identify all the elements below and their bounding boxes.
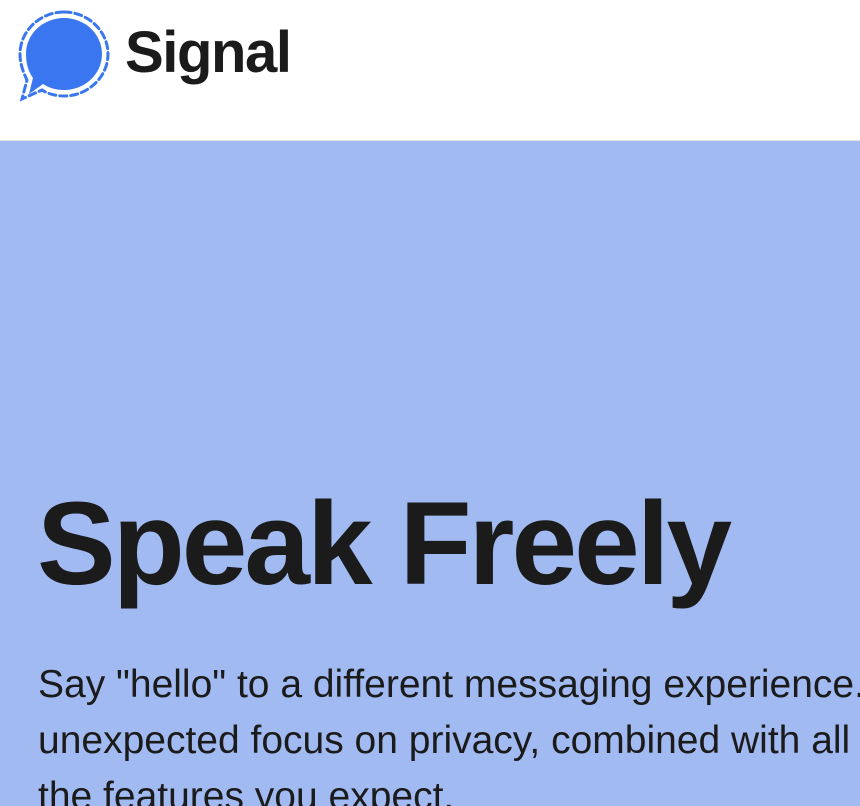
hero-title: Speak Freely [37,478,732,610]
brand-name: Signal [125,20,292,85]
hero-description: Say "hello" to a different messaging exp… [38,663,860,806]
home-logo-link[interactable]: Signal [17,10,292,102]
site-header: Signal [0,0,860,141]
hero-section: Speak Freely Say "hello" to a different … [0,141,860,806]
signal-logo-icon [18,10,110,102]
